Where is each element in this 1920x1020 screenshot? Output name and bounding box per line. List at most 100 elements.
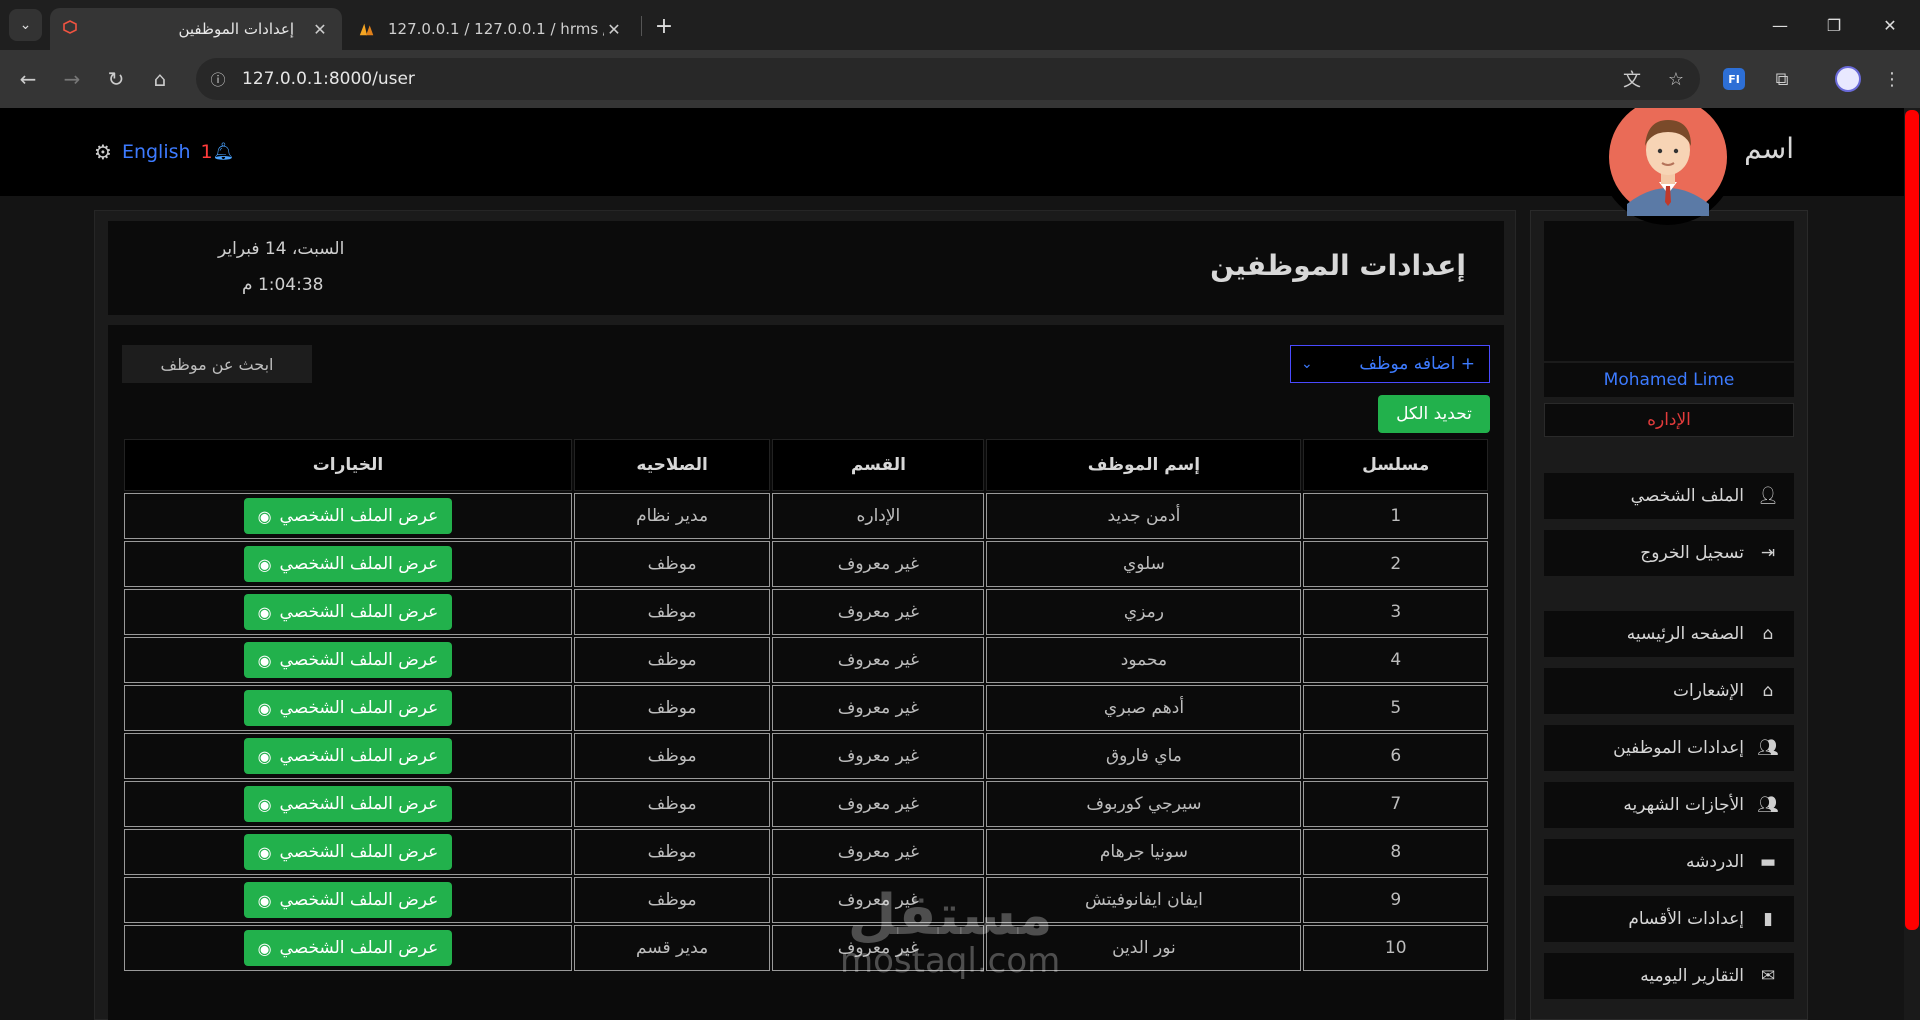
view-profile-label: عرض الملف الشخصي [279, 554, 439, 574]
cell-dept: غير معروف [772, 829, 985, 875]
cell-role: موظف [573, 541, 771, 587]
tab-active[interactable]: إعدادات الموظفين ✕ [50, 8, 342, 50]
sidebar-item-daily-reports[interactable]: التقارير اليوميه ✉ [1544, 953, 1794, 999]
sidebar-item-home[interactable]: الصفحه الرئيسيه ⌂ [1544, 611, 1794, 657]
select-all-button[interactable]: تحديد الكل [1378, 395, 1490, 433]
table-row: 8 سونيا جرهام غير معروف موظف عرض الملف الشخص… [124, 829, 1488, 875]
new-tab-button[interactable]: + [650, 12, 678, 40]
cell-dept: الإداره [772, 493, 985, 539]
reload-icon[interactable]: ↻ [100, 63, 132, 95]
view-profile-button[interactable]: عرض الملف الشخصي ◉ [243, 642, 453, 678]
cell-name: أدهم صبري [986, 685, 1302, 731]
sidebar-item-label: التقارير اليوميه [1640, 966, 1744, 986]
view-profile-button[interactable]: عرض الملف الشخصي ◉ [243, 882, 453, 918]
sidebar-item-label: الملف الشخصي [1630, 486, 1744, 506]
view-profile-button[interactable]: عرض الملف الشخصي ◉ [243, 498, 453, 534]
table-header-row: مسلسل إسم الموظف القسم الصلاحيه الخيارات [124, 439, 1488, 491]
column-header: الصلاحيه [573, 439, 771, 491]
language-switch-link[interactable]: English [122, 141, 191, 163]
sidebar-item-employees[interactable]: إعدادات الموظفين 👥︎ [1544, 725, 1794, 771]
back-icon[interactable]: ← [12, 63, 44, 95]
cell-serial: 7 [1303, 781, 1488, 827]
employees-card: ابحث عن موظف ⌄ اضافه موظف + تحديد الكل م… [108, 325, 1504, 1020]
forward-icon[interactable]: → [56, 63, 88, 95]
chart-icon: ▮ [1763, 909, 1773, 929]
extensions-puzzle-icon[interactable]: ⧉ [1766, 63, 1798, 95]
scrollbar-thumb[interactable] [1905, 110, 1919, 930]
user-name-link[interactable]: Mohamed Lime [1544, 363, 1794, 397]
user-edit-icon: 👤︎ [1757, 486, 1779, 506]
mail-icon: ✉ [1760, 966, 1776, 986]
gear-icon[interactable]: ⚙ [94, 140, 112, 164]
tab-separator [641, 16, 642, 36]
cell-name: سونيا جرهام [986, 829, 1302, 875]
sidebar-item-label: الصفحه الرئيسيه [1626, 624, 1744, 644]
sidebar-item-chat[interactable]: الدردشه ▬ [1544, 839, 1794, 885]
tab-close-icon[interactable]: ✕ [310, 20, 330, 39]
main-panel: إعدادات الموظفين السبت، 14 فبراير 1:04:3… [94, 210, 1516, 1020]
column-header: إسم الموظف [986, 439, 1302, 491]
add-employee-select[interactable]: ⌄ اضافه موظف + [1290, 345, 1490, 383]
table-row: 2 سلوي غير معروف موظف عرض الملف الشخصي ◉ [124, 541, 1488, 587]
column-header: مسلسل [1303, 439, 1488, 491]
home-icon: ⌂ [1762, 624, 1774, 644]
sidebar-item-label: إعدادات الموظفين [1613, 738, 1744, 758]
site-info-icon[interactable]: ⓘ [204, 65, 232, 93]
eye-icon: ◉ [257, 506, 272, 526]
search-input[interactable]: ابحث عن موظف [122, 345, 312, 383]
sidebar-item-label: الدردشه [1686, 852, 1744, 872]
address-bar[interactable]: ⓘ 127.0.0.1:8000/user 文 ☆ [196, 58, 1700, 100]
cell-role: مدير قسم [573, 925, 771, 971]
view-profile-button[interactable]: عرض الملف الشخصي ◉ [243, 546, 453, 582]
restore-icon[interactable]: ❐ [1814, 10, 1854, 40]
page-scrollbar[interactable] [1904, 108, 1920, 1020]
watermark-url: mostaql.com [840, 941, 1061, 981]
table-row: 10 نور الدين غير معروف مدير قسم عرض الملف ال… [124, 925, 1488, 971]
tab-inactive[interactable]: 127.0.0.1 / 127.0.0.1 / hrms / co ✕ [346, 8, 636, 50]
table-row: 5 أدهم صبري غير معروف موظف عرض الملف الشخصي ◉ [124, 685, 1488, 731]
browser-menu-icon[interactable]: ⋮ [1876, 63, 1908, 95]
notification-count: 1 [200, 141, 213, 163]
sidebar-item-label: تسجيل الخروج [1640, 543, 1744, 563]
view-profile-button[interactable]: عرض الملف الشخصي ◉ [243, 786, 453, 822]
tab-close-icon[interactable]: ✕ [604, 20, 624, 39]
current-date: السبت، 14 فبراير [218, 239, 345, 259]
watermark: مستقل mostaql.com [840, 888, 1061, 981]
view-profile-button[interactable]: عرض الملف الشخصي ◉ [243, 594, 453, 630]
view-profile-button[interactable]: عرض الملف الشخصي ◉ [243, 834, 453, 870]
extension-fi-icon[interactable]: FI [1718, 63, 1750, 95]
minimize-icon[interactable]: — [1760, 10, 1800, 40]
cell-role: موظف [573, 589, 771, 635]
cell-name: سلوي [986, 541, 1302, 587]
close-window-icon[interactable]: ✕ [1870, 10, 1910, 40]
sidebar-item-monthly-leaves[interactable]: الأجازات الشهريه 👥︎ [1544, 782, 1794, 828]
view-profile-button[interactable]: عرض الملف الشخصي ◉ [243, 738, 453, 774]
notifications-button[interactable]: 1 🔔︎ [201, 141, 235, 163]
cell-role: موظف [573, 829, 771, 875]
sidebar-item-notifications[interactable]: الإشعارات ⌂ [1544, 668, 1794, 714]
profile-avatar-icon[interactable] [1832, 63, 1864, 95]
column-header: القسم [772, 439, 985, 491]
cell-serial: 4 [1303, 637, 1488, 683]
sidebar-item-logout[interactable]: تسجيل الخروج ⇥ [1544, 530, 1794, 576]
translate-icon[interactable]: 文 [1618, 65, 1646, 93]
table-row: 9 ايفان ايفانوفيتش غير معروف موظف عرض الملف … [124, 877, 1488, 923]
cell-options: عرض الملف الشخصي ◉ [124, 637, 572, 683]
eye-icon: ◉ [257, 554, 272, 574]
sidebar-item-profile[interactable]: الملف الشخصي 👤︎ [1544, 473, 1794, 519]
home-icon: ⌂ [1762, 681, 1774, 701]
tab-search-button[interactable]: ⌄ [9, 9, 42, 41]
view-profile-button[interactable]: عرض الملف الشخصي ◉ [243, 930, 453, 966]
view-profile-button[interactable]: عرض الملف الشخصي ◉ [243, 690, 453, 726]
table-row: 3 رمزي غير معروف موظف عرض الملف الشخصي ◉ [124, 589, 1488, 635]
cell-dept: غير معروف [772, 781, 985, 827]
cell-options: عرض الملف الشخصي ◉ [124, 829, 572, 875]
sidebar-item-departments[interactable]: إعدادات الأقسام ▮ [1544, 896, 1794, 942]
cell-dept: غير معروف [772, 637, 985, 683]
bookmark-star-icon[interactable]: ☆ [1662, 65, 1690, 93]
eye-icon: ◉ [257, 842, 272, 862]
home-icon[interactable]: ⌂ [144, 63, 176, 95]
users-icon: 👥︎ [1757, 795, 1779, 815]
cell-role: موظف [573, 637, 771, 683]
chevron-down-icon: ⌄ [1301, 356, 1313, 372]
